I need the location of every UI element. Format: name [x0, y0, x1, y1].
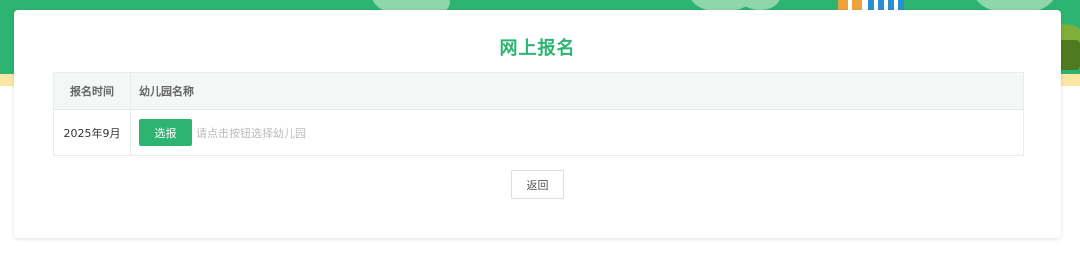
registration-table: 报名时间 幼儿园名称 2025年9月 选报 请点击按钮选择幼儿园	[53, 72, 1024, 156]
cloud-decoration	[740, 0, 780, 10]
page-title: 网上报名	[499, 38, 576, 59]
header-kindergarten-name: 幼儿园名称	[139, 85, 194, 98]
table-row: 2025年9月 选报 请点击按钮选择幼儿园	[54, 110, 1023, 155]
table-header-row: 报名时间 幼儿园名称	[54, 73, 1023, 110]
tree-trunk-decoration	[1058, 40, 1080, 70]
registration-card: 网上报名 报名时间 幼儿园名称 2025年9月 选报 请点击按钮选择幼儿园 返回	[14, 10, 1061, 238]
registration-date: 2025年9月	[54, 110, 131, 155]
back-button[interactable]: 返回	[511, 170, 564, 199]
select-kindergarten-button[interactable]: 选报	[139, 119, 192, 146]
header-registration-time: 报名时间	[54, 73, 131, 109]
kindergarten-cell: 选报 请点击按钮选择幼儿园	[131, 110, 1023, 155]
building-decoration	[838, 0, 910, 10]
select-hint: 请点击按钮选择幼儿园	[196, 126, 306, 140]
